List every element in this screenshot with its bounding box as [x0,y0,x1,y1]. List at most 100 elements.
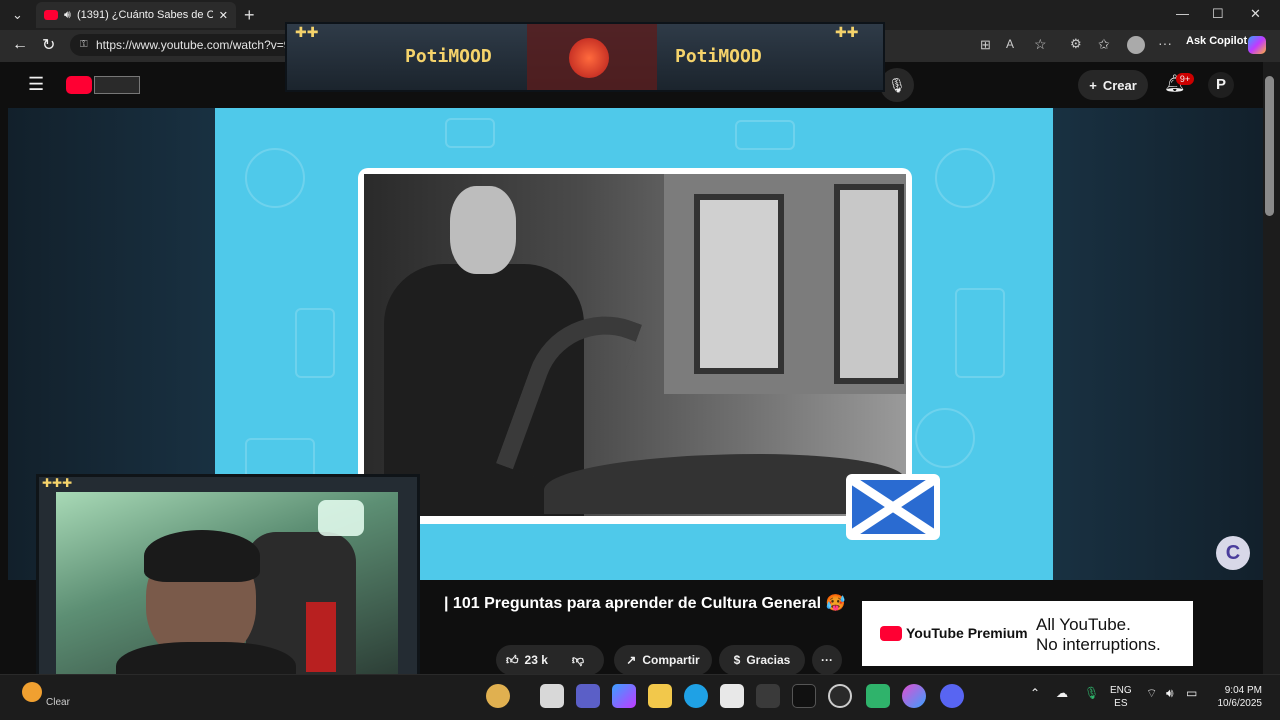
weather-label[interactable]: Clear [46,697,70,708]
language-bottom: ES [1114,698,1128,709]
app-green-icon[interactable] [866,684,890,708]
copilot-taskbar-icon[interactable] [612,684,636,708]
back-arrow-icon[interactable]: ← [12,36,28,54]
refresh-icon[interactable]: ↻ [42,35,55,55]
video-title: | 101 Preguntas para aprender de Cultura… [444,595,846,612]
share-icon: ↗ [626,653,637,667]
ad-line-2: No interruptions. [1036,635,1161,654]
doodle-shape [955,288,1005,378]
tray-overflow-icon[interactable]: ⌃ [1030,686,1040,700]
minimize-button[interactable]: — [1176,6,1189,21]
chair-red-panel [306,602,336,672]
url-field[interactable]: https://www.youtube.com/watch?v=9x [70,34,300,56]
clock-date: 10/6/2025 [1217,698,1263,709]
like-dislike-group: 👍︎ 23 k 👎︎ [496,645,604,675]
banner-sparkle-icon: ✚✚ [835,24,859,40]
banner-right-text: PotiMOOD [675,46,762,67]
favorite-star-icon[interactable]: ☆ [1034,36,1047,53]
youtube-doodle-logo[interactable] [94,76,140,94]
plus-icon: + [1089,77,1097,93]
doodle-shape [735,120,795,150]
neon-sign [318,500,364,536]
create-label: Crear [1102,77,1137,93]
language-indicator[interactable]: ENG ES [1110,684,1132,710]
doodle-shape [245,148,305,208]
teams-icon[interactable] [576,684,600,708]
onedrive-cloud-icon[interactable]: ☁ [1056,686,1068,700]
cam-sparkle-icon: ✚✚✚ [42,476,73,490]
microphone-tray-icon[interactable]: 🎙︎ [1084,686,1099,700]
thanks-label: Gracias [746,653,791,667]
battery-icon[interactable]: ▭ [1186,686,1197,700]
more-actions-button[interactable]: ··· [812,645,842,675]
banner-sparkle-icon: ✚✚ [295,24,319,40]
like-count[interactable]: 23 k [525,653,548,667]
new-tab-button[interactable]: + [244,5,255,26]
weather-moon-icon[interactable] [22,682,42,702]
thanks-button[interactable]: $ Gracias [719,645,805,675]
person-cap [144,530,260,582]
scrollbar-thumb[interactable] [1265,76,1274,216]
discord-icon[interactable] [940,684,964,708]
read-aloud-icon[interactable]: A [1006,37,1014,51]
banner-orb-icon [569,38,609,78]
edge-icon[interactable] [684,684,708,708]
photo-man-head [450,186,516,274]
favorites-icon[interactable]: ✩ [1098,36,1110,53]
dislike-icon[interactable]: 👎︎ [572,653,584,668]
tab-close-icon[interactable]: ✕ [219,9,228,22]
youtube-favicon-icon [44,10,58,20]
obs-icon[interactable] [828,684,852,708]
notifications-badge: 9+ [1176,73,1194,85]
youtube-play-icon [880,625,902,641]
premium-brand-label: YouTube Premium [906,625,1028,641]
premium-ad-banner[interactable]: YouTube Premium All YouTube. No interrup… [862,601,1193,666]
doodle-shape [915,408,975,468]
settings-more-icon[interactable]: ··· [1158,35,1172,51]
browser-tab[interactable]: 🔊︎ (1391) ¿Cuánto Sabes de Cu ✕ [36,2,236,28]
menu-hamburger-icon[interactable]: ☰ [28,74,44,95]
tiktok-icon[interactable] [792,684,816,708]
create-button[interactable]: + Crear [1078,70,1148,100]
app-mk-icon[interactable] [756,684,780,708]
thanks-icon: $ [733,653,741,667]
tab-list-chevron-icon[interactable]: ⌄ [12,7,23,23]
stream-overlay-banner: PotiMOOD PotiMOOD ✚✚ ✚✚ [285,22,885,92]
doodle-shape [295,308,335,378]
speaker-icon[interactable]: 🔊︎ [64,9,71,22]
store-icon[interactable] [720,684,744,708]
copilot-icon[interactable] [1248,36,1266,54]
premium-brand: YouTube Premium [880,625,1028,641]
channel-watermark[interactable]: C [1216,536,1250,570]
task-view-icon[interactable] [540,684,564,708]
voice-search-mic-icon[interactable]: 🎙︎ [880,68,914,102]
like-icon[interactable]: 👍︎ [506,653,519,668]
maximize-button[interactable]: ☐ [1212,6,1224,22]
youtube-logo-icon[interactable] [66,76,92,94]
search-taskbar-icon[interactable] [486,684,510,708]
user-avatar[interactable]: P [1208,72,1234,98]
language-top: ENG [1110,685,1132,696]
doodle-shape [935,148,995,208]
extensions-icon[interactable]: ⚙ [1070,36,1082,52]
app-gradient-icon[interactable] [902,684,926,708]
share-button[interactable]: ↗ Compartir [614,645,712,675]
banner-left-text: PotiMOOD [405,46,492,67]
doodle-shape [445,118,495,148]
historical-photo [364,174,906,516]
webcam-feed [56,492,398,684]
app-available-icon[interactable]: ⊞ [980,37,991,53]
close-window-button[interactable]: ✕ [1250,6,1261,22]
site-info-icon[interactable]: ⚿ [80,39,88,50]
photo-window-pane [834,184,904,384]
file-explorer-icon[interactable] [648,684,672,708]
clock-time: 9:04 PM [1224,685,1262,696]
share-label: Compartir [642,653,700,667]
wifi-icon[interactable]: ⌔ [1146,686,1157,701]
tab-title: (1391) ¿Cuánto Sabes de Cu [76,9,213,21]
profile-avatar-icon[interactable] [1127,36,1145,54]
photo-window-pane [694,194,784,374]
volume-icon[interactable]: 🔊︎ [1166,686,1174,701]
ask-copilot-button[interactable]: Ask Copilot [1186,35,1247,47]
clock[interactable]: 9:04 PM 10/6/2025 [1212,684,1263,710]
